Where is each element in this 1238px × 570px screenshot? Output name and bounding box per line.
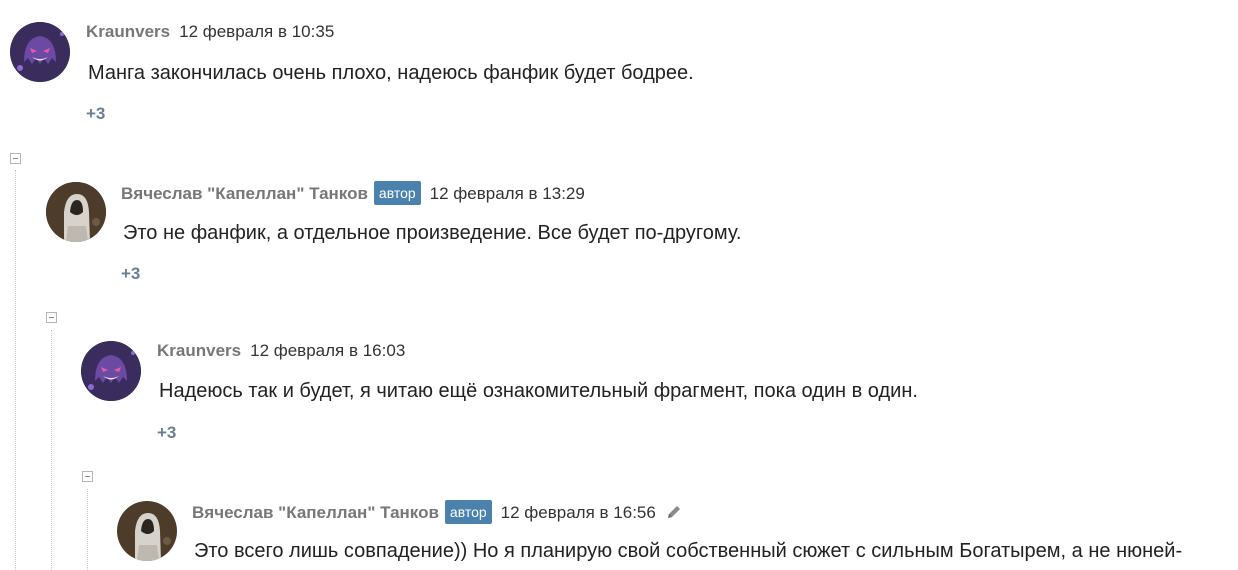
avatar[interactable] (81, 341, 141, 401)
comment-meta: Kraunvers 12 февраля в 16:03 (157, 341, 405, 361)
author-name[interactable]: Вячеслав "Капеллан" Танков (192, 503, 439, 522)
thread-line (15, 170, 16, 570)
avatar[interactable] (46, 182, 106, 242)
comment-date[interactable]: 12 февраля в 10:35 (179, 22, 334, 41)
comment-text: Надеюсь так и будет, я читаю ещё ознаком… (159, 380, 918, 402)
comment-date[interactable]: 12 февраля в 16:03 (250, 341, 405, 360)
comment-meta: Kraunvers 12 февраля в 10:35 (86, 22, 334, 42)
rating-value[interactable]: +3 (86, 104, 105, 124)
comment-meta: Вячеслав "Капеллан" Танков автор 12 феврал… (192, 500, 682, 525)
collapse-thread-button[interactable] (46, 312, 57, 323)
rating-value[interactable]: +3 (121, 264, 140, 284)
purple-ghost-avatar (81, 341, 141, 401)
avatar[interactable] (10, 22, 70, 82)
comment-date[interactable]: 12 февраля в 16:56 (501, 503, 656, 522)
comment-text: Это всего лишь совпадение)) Но я планиру… (194, 540, 1183, 562)
author-name[interactable]: Вячеслав "Капеллан" Танков (121, 184, 368, 203)
collapse-thread-button[interactable] (82, 471, 93, 482)
thread-line (87, 489, 88, 570)
author-badge: автор (373, 181, 421, 205)
author-name[interactable]: Kraunvers (157, 341, 241, 360)
comment-date[interactable]: 12 февраля в 13:29 (430, 184, 585, 203)
author-badge: автор (444, 500, 492, 524)
comment-text: Это не фанфик, а отдельное произведение.… (123, 222, 742, 244)
comment-text: Манга закончилась очень плохо, надеюсь ф… (88, 62, 694, 84)
pencil-icon[interactable] (666, 504, 682, 525)
author-name[interactable]: Kraunvers (86, 22, 170, 41)
avatar[interactable] (117, 501, 177, 561)
purple-ghost-avatar (10, 22, 70, 82)
collapse-thread-button[interactable] (10, 153, 21, 164)
rating-value[interactable]: +3 (157, 423, 176, 443)
hooded-figure-avatar (117, 501, 177, 561)
comment-meta: Вячеслав "Капеллан" Танков автор 12 феврал… (121, 181, 585, 205)
thread-line (51, 330, 52, 570)
hooded-figure-avatar (46, 182, 106, 242)
